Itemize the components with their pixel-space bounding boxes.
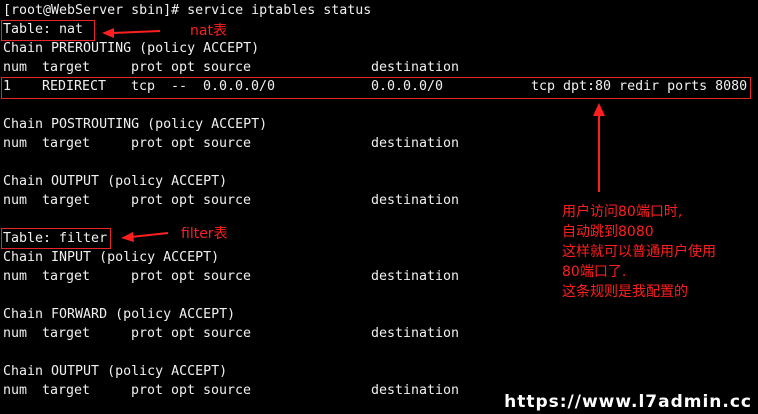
note-line: 自动跳到8080 (562, 224, 654, 240)
note-line: 这样就可以普通用户使用 (562, 244, 716, 260)
nat-arrow-icon (102, 28, 161, 38)
note-line: 用户访问80端口时, (562, 204, 683, 220)
rule-arrow-icon (593, 103, 605, 192)
redirect-note: 用户访问80端口时, 自动跳到8080 这样就可以普通用户使用 80端口了. 这… (562, 202, 716, 302)
note-line: 80端口了. (562, 264, 627, 280)
note-line: 这条规则是我配置的 (562, 284, 688, 300)
filter-arrow-icon (121, 232, 169, 242)
watermark: https://www.l7admin.cc (504, 392, 752, 412)
nat-annotation: nat表 (190, 23, 227, 39)
filter-annotation: filter表 (181, 226, 228, 242)
